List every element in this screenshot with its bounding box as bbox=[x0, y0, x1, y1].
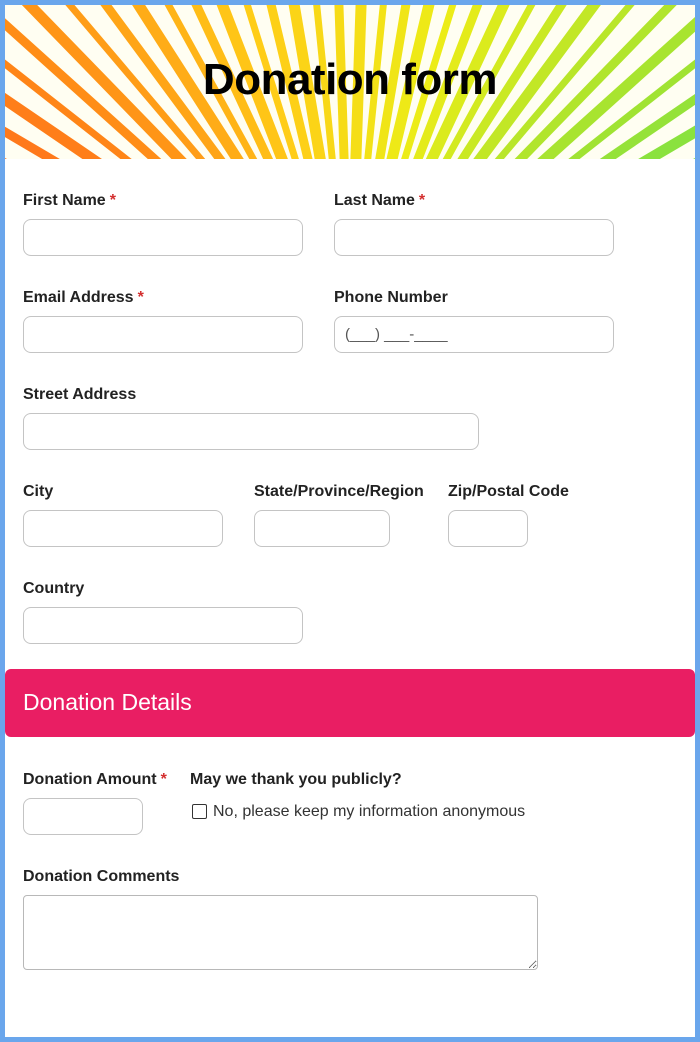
city-input[interactable] bbox=[23, 510, 223, 547]
required-marker: * bbox=[160, 771, 167, 788]
phone-label: Phone Number bbox=[334, 289, 448, 306]
state-label: State/Province/Region bbox=[254, 483, 424, 500]
section-title: Donation Details bbox=[23, 689, 192, 715]
required-marker: * bbox=[418, 192, 426, 209]
city-label: City bbox=[23, 483, 54, 500]
last-name-label: Last Name * bbox=[334, 192, 426, 209]
thank-publicly-label: May we thank you publicly? bbox=[190, 771, 402, 788]
header-banner: Donation form bbox=[5, 5, 695, 159]
form-container: Donation form First Name * Last Name * Ema… bbox=[5, 5, 695, 1037]
state-input[interactable] bbox=[254, 510, 390, 547]
donation-amount-input[interactable] bbox=[23, 798, 143, 835]
first-name-input[interactable] bbox=[23, 219, 303, 256]
last-name-input[interactable] bbox=[334, 219, 614, 256]
required-marker: * bbox=[109, 192, 116, 209]
phone-input[interactable] bbox=[334, 316, 614, 353]
donation-details-header: Donation Details bbox=[5, 669, 695, 737]
donation-amount-label: Donation Amount * bbox=[23, 771, 167, 788]
country-label: Country bbox=[23, 580, 85, 597]
anonymous-checkbox[interactable] bbox=[192, 804, 207, 819]
street-address-label: Street Address bbox=[23, 386, 137, 403]
donation-comments-label: Donation Comments bbox=[23, 868, 180, 885]
zip-label: Zip/Postal Code bbox=[448, 483, 569, 500]
country-input[interactable] bbox=[23, 607, 303, 644]
zip-input[interactable] bbox=[448, 510, 528, 547]
email-input[interactable] bbox=[23, 316, 303, 353]
first-name-label: First Name * bbox=[23, 192, 116, 209]
donation-comments-textarea[interactable] bbox=[23, 895, 538, 970]
required-marker: * bbox=[137, 289, 144, 306]
street-address-input[interactable] bbox=[23, 413, 479, 450]
anonymous-option-label[interactable]: No, please keep my information anonymous bbox=[213, 803, 525, 821]
form-title: Donation form bbox=[202, 55, 498, 104]
email-label: Email Address * bbox=[23, 289, 144, 306]
